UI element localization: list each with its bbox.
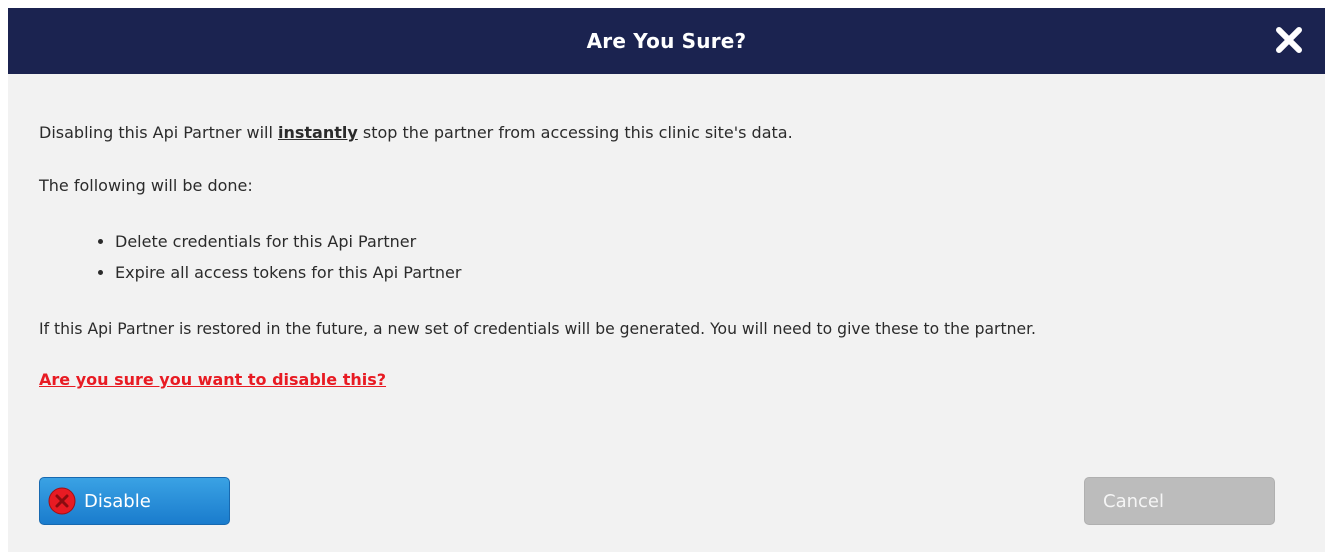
- dialog-header: Are You Sure?: [8, 8, 1325, 74]
- close-button[interactable]: [1271, 22, 1307, 58]
- dialog-title: Are You Sure?: [586, 29, 747, 53]
- disable-button[interactable]: Disable: [39, 477, 230, 525]
- following-label: The following will be done:: [39, 176, 253, 195]
- cancel-button-label: Cancel: [1103, 490, 1164, 512]
- disable-button-label: Disable: [84, 490, 151, 512]
- disable-description: Disabling this Api Partner will instantl…: [39, 122, 793, 144]
- list-item: Expire all access tokens for this Api Pa…: [115, 257, 461, 288]
- restore-note: If this Api Partner is restored in the f…: [39, 320, 1037, 338]
- description-text-end: stop the partner from accessing this cli…: [357, 123, 793, 142]
- description-emphasis: instantly: [278, 123, 358, 142]
- description-text-start: Disabling this Api Partner will: [39, 123, 278, 142]
- list-item: Delete credentials for this Api Partner: [115, 226, 461, 257]
- confirm-dialog: Are You Sure? Disabling this Api Partner…: [8, 8, 1325, 552]
- cancel-button[interactable]: Cancel: [1084, 477, 1275, 525]
- actions-list: Delete credentials for this Api Partner …: [39, 226, 461, 288]
- confirm-warning: Are you sure you want to disable this?: [39, 370, 387, 389]
- close-icon: [1276, 27, 1302, 53]
- red-x-circle-icon: [48, 487, 76, 515]
